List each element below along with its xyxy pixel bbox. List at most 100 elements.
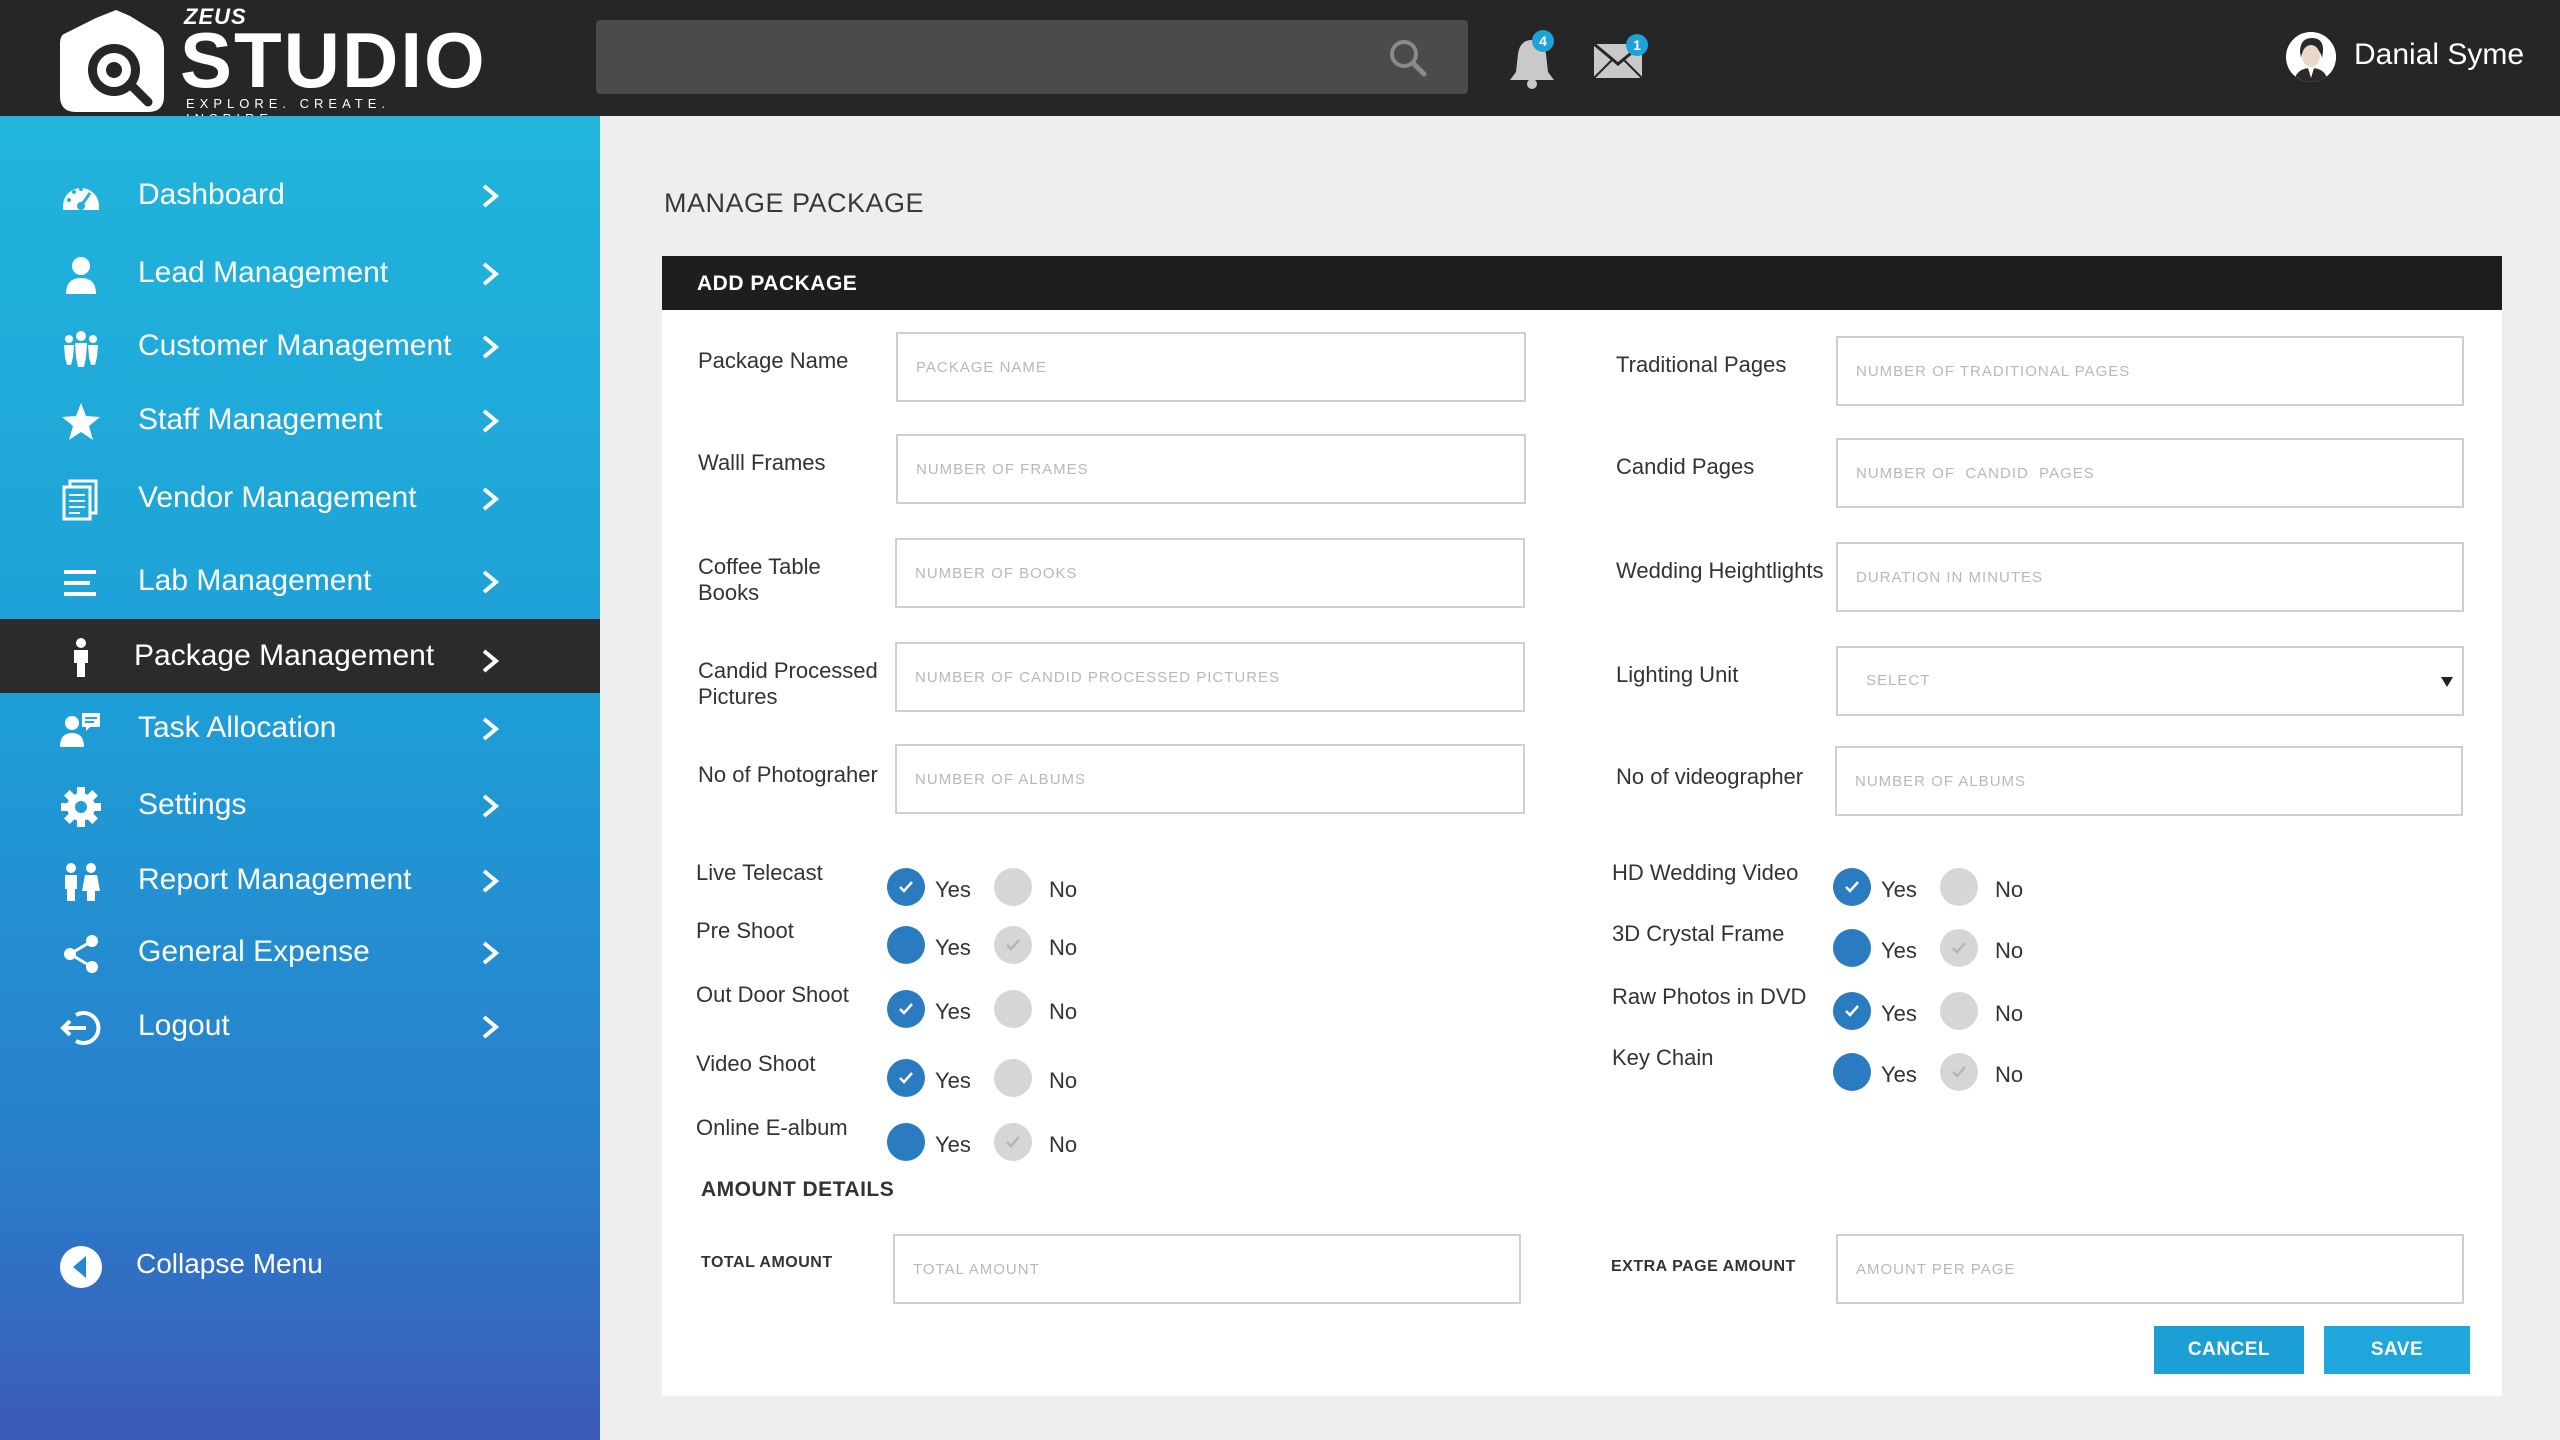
wall-frames-input[interactable] <box>896 434 1526 504</box>
sidebar-item-general-expense[interactable]: General Expense <box>0 915 600 989</box>
radio-yes-label: Yes <box>935 1068 971 1093</box>
check-icon <box>1952 942 1966 954</box>
radio-yes[interactable] <box>887 1123 925 1161</box>
user-avatar-icon <box>2286 32 2336 82</box>
radio-yes-label: Yes <box>935 935 971 960</box>
top-bar: ZEUS STUDIO EXPLORE. CREATE. INSPIRE 4 1… <box>0 0 2560 126</box>
panel-title: ADD PACKAGE <box>697 272 858 295</box>
search-input[interactable] <box>596 20 1468 94</box>
total-amount-label: TOTAL AMOUNT <box>701 1254 833 1271</box>
sidebar-item-label: Customer Management <box>138 329 452 362</box>
sidebar-item-package-management[interactable]: Package Management <box>0 619 600 693</box>
sidebar-item-report-management[interactable]: Report Management <box>0 843 600 917</box>
user-name[interactable]: Danial Syme <box>2354 38 2524 72</box>
sidebar-item-settings[interactable]: Settings <box>0 768 600 842</box>
sidebar-item-logout[interactable]: Logout <box>0 989 600 1063</box>
save-button[interactable]: SAVE <box>2324 1326 2470 1374</box>
sidebar-item-label: General Expense <box>138 935 370 968</box>
radio-no[interactable] <box>994 868 1032 906</box>
radio-yes[interactable] <box>887 1059 925 1097</box>
documents-icon <box>62 479 98 521</box>
radio-yes-label: Yes <box>935 999 971 1024</box>
radio-yes[interactable] <box>1833 868 1871 906</box>
option-label: Live Telecast <box>696 860 823 885</box>
chevron-right-icon <box>482 1015 500 1039</box>
radio-no[interactable] <box>994 990 1032 1028</box>
radio-no-label: No <box>1049 999 1078 1024</box>
radio-no-label: No <box>1995 1062 2024 1087</box>
radio-no[interactable] <box>994 1059 1032 1097</box>
radio-yes-label: Yes <box>1881 1001 1917 1026</box>
radio-no[interactable] <box>1940 929 1978 967</box>
sidebar-item-label: Vendor Management <box>138 481 417 514</box>
candid-pages-input[interactable] <box>1836 438 2464 508</box>
coffee-table-books-label: Coffee Table Books <box>698 554 821 605</box>
traditional-pages-input[interactable] <box>1836 336 2464 406</box>
sidebar-item-lab-management[interactable]: Lab Management <box>0 544 600 618</box>
radio-yes[interactable] <box>1833 929 1871 967</box>
sidebar-item-task-allocation[interactable]: Task Allocation <box>0 691 600 765</box>
studio-logo[interactable]: ZEUS STUDIO EXPLORE. CREATE. INSPIRE <box>56 4 485 126</box>
sidebar-item-lead-management[interactable]: Lead Management <box>0 236 600 310</box>
check-icon <box>1006 939 1020 951</box>
radio-yes-label: Yes <box>1881 877 1917 902</box>
radio-no[interactable] <box>1940 1053 1978 1091</box>
photographers-label: No of Photograher <box>698 762 878 787</box>
radio-no[interactable] <box>1940 992 1978 1030</box>
videographers-input[interactable] <box>1835 746 2463 816</box>
sidebar-item-label: Logout <box>138 1009 230 1042</box>
camera-logo-icon <box>60 10 164 112</box>
person-standing-icon <box>74 638 88 677</box>
amount-details-title: AMOUNT DETAILS <box>701 1178 895 1201</box>
wedding-highlights-input[interactable] <box>1836 542 2464 612</box>
group-icon <box>64 331 98 367</box>
extra-page-amount-input[interactable] <box>1836 1234 2464 1304</box>
package-name-input[interactable] <box>896 332 1526 402</box>
add-package-panel: ADD PACKAGE Package Name Walll Frames Co… <box>662 256 2502 1396</box>
radio-yes-label: Yes <box>1881 938 1917 963</box>
menu-list-icon <box>64 570 96 596</box>
radio-no-label: No <box>1995 938 2024 963</box>
sidebar-item-vendor-management[interactable]: Vendor Management <box>0 461 600 535</box>
search-icon[interactable] <box>1386 36 1430 80</box>
option-label: HD Wedding Video <box>1612 860 1799 885</box>
sidebar-item-customer-management[interactable]: Customer Management <box>0 309 600 383</box>
option-label: Pre Shoot <box>696 918 794 943</box>
radio-no-label: No <box>1995 1001 2024 1026</box>
radio-yes[interactable] <box>887 990 925 1028</box>
dropdown-arrow-icon <box>2441 677 2453 687</box>
collapse-left-icon <box>60 1246 102 1288</box>
radio-yes[interactable] <box>1833 992 1871 1030</box>
sidebar-item-dashboard[interactable]: Dashboard <box>0 158 600 232</box>
collapse-menu-button[interactable]: Collapse Menu <box>0 1230 600 1300</box>
chevron-right-icon <box>482 794 500 818</box>
photographers-input[interactable] <box>895 744 1525 814</box>
sidebar-item-staff-management[interactable]: Staff Management <box>0 383 600 457</box>
radio-yes[interactable] <box>887 868 925 906</box>
share-icon <box>64 935 98 973</box>
chevron-right-icon <box>482 487 500 511</box>
logout-icon <box>60 1011 101 1045</box>
radio-no[interactable] <box>1940 868 1978 906</box>
sidebar-item-label: Settings <box>138 788 247 821</box>
radio-yes[interactable] <box>1833 1053 1871 1091</box>
radio-yes[interactable] <box>887 926 925 964</box>
user-icon <box>66 257 96 294</box>
cancel-button[interactable]: CANCEL <box>2154 1326 2304 1374</box>
chevron-right-icon <box>482 184 500 208</box>
chevron-right-icon <box>482 262 500 286</box>
candid-processed-input[interactable] <box>895 642 1525 712</box>
sidebar-item-label: Dashboard <box>138 178 285 211</box>
check-icon <box>1845 1005 1859 1017</box>
avatar[interactable] <box>2286 32 2336 82</box>
radio-no[interactable] <box>994 1123 1032 1161</box>
lighting-unit-select[interactable]: SELECT <box>1836 646 2464 716</box>
coffee-table-books-input[interactable] <box>895 538 1525 608</box>
page-title: MANAGE PACKAGE <box>664 188 925 218</box>
extra-page-amount-label: EXTRA PAGE AMOUNT <box>1611 1258 1796 1275</box>
total-amount-input[interactable] <box>893 1234 1521 1304</box>
lighting-unit-value: SELECT <box>1866 672 1931 689</box>
chevron-right-icon <box>482 869 500 893</box>
check-icon <box>899 881 913 893</box>
radio-no[interactable] <box>994 926 1032 964</box>
